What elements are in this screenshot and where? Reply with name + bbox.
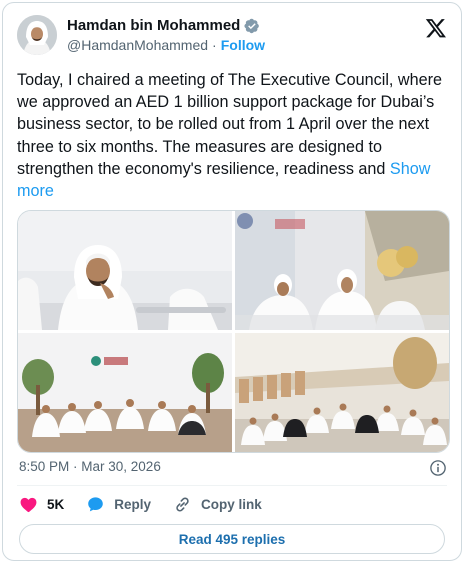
reply-button[interactable]: Reply [86,495,151,514]
media-grid [17,210,450,453]
meeting-photo-4[interactable] [235,333,449,452]
follow-button[interactable]: Follow [221,37,265,53]
author-name[interactable]: Hamdan bin Mohammed [67,17,240,34]
divider [17,485,447,486]
like-button[interactable]: 5K [19,495,64,514]
reply-label: Reply [114,497,152,512]
info-icon[interactable] [429,459,447,477]
meeting-photo-2[interactable] [235,211,449,330]
read-replies-button[interactable]: Read 495 replies [19,524,445,554]
reply-bubble-icon [88,497,104,512]
avatar[interactable] [17,15,57,55]
post-header: Hamdan bin Mohammed @HamdanMohammed · Fo… [17,13,447,57]
link-icon [176,497,189,512]
meeting-photo-3[interactable] [18,333,232,452]
name-row: Hamdan bin Mohammed [67,17,260,34]
like-count: 5K [47,497,65,512]
post-body: Today, I chaired a meeting of The Execut… [17,71,442,178]
post-text: Today, I chaired a meeting of The Execut… [17,69,447,202]
handle-row: @HamdanMohammed · Follow [67,37,265,53]
post-card: Hamdan bin Mohammed @HamdanMohammed · Fo… [2,2,462,561]
x-logo-icon[interactable] [425,17,447,39]
heart-icon [20,497,37,513]
copy-link-button[interactable]: Copy link [173,495,262,514]
verified-badge-icon [244,18,260,33]
action-bar: 5K Reply Copy link [19,495,284,514]
post-timestamp[interactable]: 8:50 PM · Mar 30, 2026 [19,459,161,474]
copy-link-label: Copy link [201,497,262,512]
meeting-photo-1[interactable] [18,211,232,330]
read-replies-label: Read 495 replies [178,531,286,547]
separator-dot: · [212,37,217,53]
author-handle[interactable]: @HamdanMohammed [67,37,208,53]
